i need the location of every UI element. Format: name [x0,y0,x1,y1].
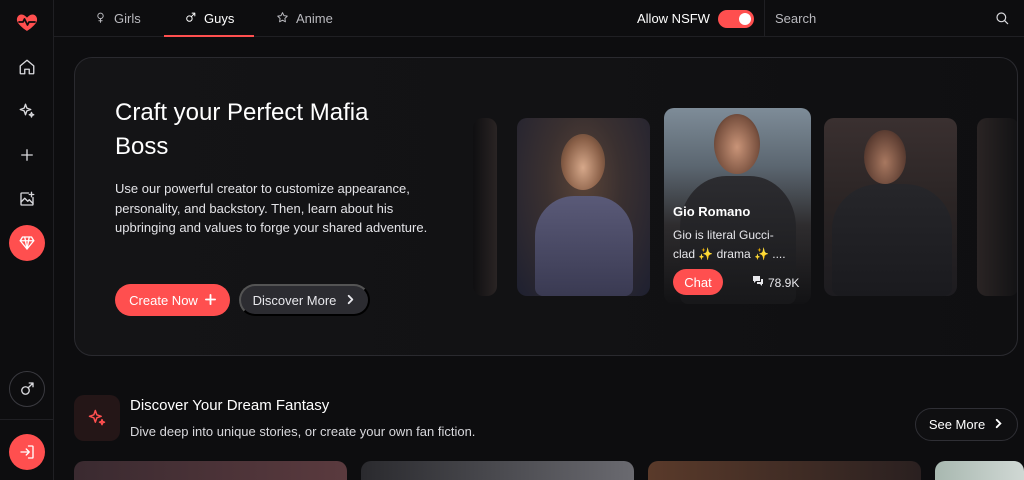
chevron-right-icon [345,293,356,308]
tab-label: Anime [296,11,333,26]
story-card[interactable] [74,461,347,480]
female-icon [94,11,107,27]
tab-label: Girls [114,11,141,26]
sidebar [0,0,54,480]
sparkles-icon[interactable] [9,93,45,129]
see-more-button[interactable]: See More [915,408,1018,441]
character-outfit [832,184,952,296]
story-card[interactable] [648,461,921,480]
app: Girls Guys Anime Allow NSFW Craft your P… [0,0,1024,480]
discover-more-label: Discover More [252,292,337,308]
image-add-icon[interactable] [9,181,45,217]
character-portrait [714,114,760,174]
star-icon [276,11,289,27]
male-icon[interactable] [9,371,45,407]
section-title: Discover Your Dream Fantasy [130,397,330,414]
chat-count-value: 78.9K [768,275,800,290]
tab-anime[interactable]: Anime [276,0,333,37]
search-bar [764,0,1024,37]
section-subtitle: Dive deep into unique stories, or create… [130,424,476,439]
plus-icon[interactable] [9,137,45,173]
see-more-label: See More [928,417,986,432]
login-icon[interactable] [9,434,45,470]
tab-guys[interactable]: Guys [184,0,234,37]
hero-banner: Craft your Perfect Mafia Boss Use our po… [74,57,1018,356]
character-card-partial[interactable] [977,118,1017,296]
active-tab-indicator [164,35,254,37]
create-now-label: Create Now [129,292,198,308]
character-card[interactable] [517,118,650,296]
chevron-right-icon [993,417,1004,432]
logo-heart-icon[interactable] [9,4,45,40]
character-outfit [535,196,633,296]
search-input[interactable] [775,11,990,26]
character-portrait [561,134,605,190]
tab-label: Guys [204,11,235,26]
male-icon [184,11,197,27]
character-card[interactable] [824,118,957,296]
nsfw-label: Allow NSFW [637,11,710,26]
nsfw-toggle[interactable] [717,9,754,28]
story-card[interactable] [935,461,1024,480]
character-card-partial[interactable] [473,118,497,296]
search-icon[interactable] [994,10,1010,26]
hero-description: Use our powerful creator to customize ap… [115,181,428,235]
tab-girls[interactable]: Girls [94,0,141,37]
create-now-button[interactable]: Create Now [115,284,230,316]
character-name: Gio Romano [673,204,751,219]
featured-character-card[interactable]: Gio Romano Gio is literal Gucci-clad ✨ d… [664,108,811,304]
home-icon[interactable] [9,49,45,85]
nsfw-control: Allow NSFW [637,0,754,37]
discover-more-button[interactable]: Discover More [239,284,370,316]
sidebar-divider [0,419,54,420]
top-nav: Girls Guys Anime Allow NSFW [54,0,1024,37]
character-description: Gio is literal Gucci-clad ✨ drama ✨ .... [673,228,786,261]
plus-icon [204,293,216,308]
character-portrait [864,130,906,184]
story-card[interactable] [361,461,634,480]
chat-count: 78.9K [752,275,799,290]
hero-title: Craft your Perfect Mafia Boss [115,99,369,160]
chat-bubble-icon [752,275,764,290]
chat-button[interactable]: Chat [673,269,723,295]
sparkles-icon [74,395,120,441]
diamond-icon[interactable] [9,225,45,261]
